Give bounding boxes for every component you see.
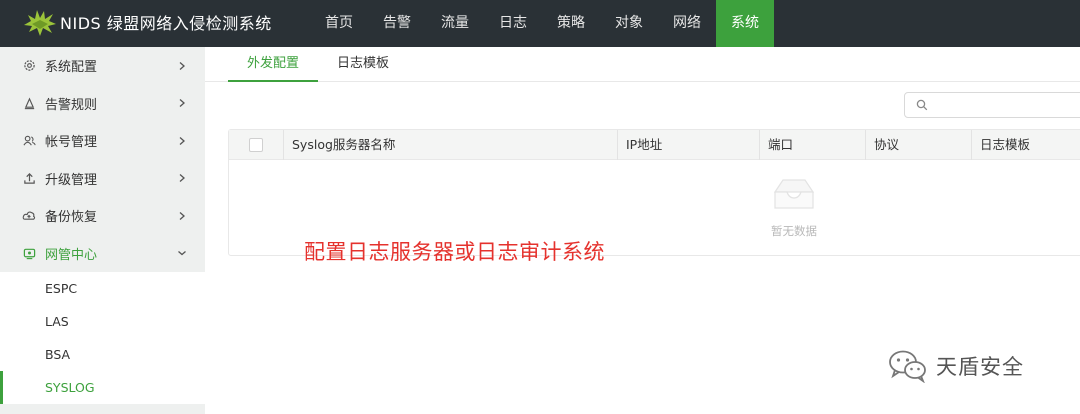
sidebar-item-account-management[interactable]: 帐号管理 — [0, 122, 205, 160]
chevron-right-icon — [179, 174, 185, 183]
sidebar: 系统配置 告警规则 帐号管理 升级管理 备份恢复 网管中心 ESPC LAS B… — [0, 47, 205, 414]
sidebar-item-label: 告警规则 — [45, 97, 98, 113]
nav-system[interactable]: 系统 — [716, 0, 774, 47]
sidebar-item-alert-rules[interactable]: 告警规则 — [0, 85, 205, 123]
chevron-down-icon — [178, 251, 186, 256]
sidebar-subitem-las[interactable]: LAS — [0, 305, 205, 338]
network-center-submenu: ESPC LAS BSA SYSLOG — [0, 272, 205, 404]
app-title: NIDS 绿盟网络入侵检测系统 — [60, 14, 272, 33]
select-all-checkbox[interactable] — [249, 138, 263, 152]
tab-bar: 外发配置 日志模板 — [205, 47, 1080, 82]
sidebar-subitem-bsa[interactable]: BSA — [0, 338, 205, 371]
watermark: 天盾安全 — [888, 346, 1024, 386]
empty-inbox-icon — [773, 179, 815, 209]
sidebar-item-backup-restore[interactable]: 备份恢复 — [0, 197, 205, 235]
column-header-protocol[interactable]: 协议 — [865, 130, 971, 160]
users-icon — [22, 134, 36, 148]
annotation-caption: 配置日志服务器或日志审计系统 — [304, 240, 605, 264]
nav-home[interactable]: 首页 — [310, 0, 368, 47]
sidebar-item-upgrade-management[interactable]: 升级管理 — [0, 160, 205, 198]
search-box[interactable] — [904, 92, 1080, 118]
chevron-right-icon — [179, 99, 185, 108]
backup-cloud-icon — [22, 209, 36, 223]
chevron-right-icon — [179, 136, 185, 145]
column-header-port[interactable]: 端口 — [759, 130, 865, 160]
chevron-right-icon — [179, 61, 185, 70]
column-header-server-name[interactable]: Syslog服务器名称 — [283, 130, 615, 160]
tab-log-template[interactable]: 日志模板 — [323, 47, 403, 82]
column-header-log-template[interactable]: 日志模板 — [971, 130, 1080, 160]
nav-network[interactable]: 网络 — [658, 0, 716, 47]
nav-traffic[interactable]: 流量 — [426, 0, 484, 47]
sidebar-item-system-config[interactable]: 系统配置 — [0, 47, 205, 85]
table-header: Syslog服务器名称 IP地址 端口 协议 日志模板 — [229, 130, 1080, 160]
sidebar-item-label: 系统配置 — [45, 60, 98, 76]
sidebar-subitem-syslog[interactable]: SYSLOG — [0, 371, 205, 404]
sidebar-item-label: 升级管理 — [45, 172, 98, 188]
column-header-ip[interactable]: IP地址 — [617, 130, 759, 160]
network-center-icon — [22, 246, 36, 260]
search-input[interactable] — [935, 95, 1080, 115]
sidebar-item-label: 帐号管理 — [45, 135, 98, 151]
sidebar-item-label: 备份恢复 — [45, 210, 98, 226]
nav-alerts[interactable]: 告警 — [368, 0, 426, 47]
alert-rule-icon — [22, 96, 36, 110]
upgrade-icon — [22, 171, 36, 185]
nav-objects[interactable]: 对象 — [600, 0, 658, 47]
select-all-cell — [229, 130, 284, 160]
main-nav: 首页 告警 流量 日志 策略 对象 网络 系统 — [310, 0, 774, 47]
top-bar: NIDS 绿盟网络入侵检测系统 首页 告警 流量 日志 策略 对象 网络 系统 — [0, 0, 1080, 47]
wechat-icon — [889, 350, 926, 383]
chevron-right-icon — [179, 211, 185, 220]
nav-policy[interactable]: 策略 — [542, 0, 600, 47]
watermark-text: 天盾安全 — [936, 355, 1024, 379]
sidebar-item-network-center[interactable]: 网管中心 — [0, 235, 205, 273]
nsfocus-logo-icon — [24, 10, 56, 36]
nav-logs[interactable]: 日志 — [484, 0, 542, 47]
sidebar-subitem-espc[interactable]: ESPC — [0, 272, 205, 305]
tab-outbound-config[interactable]: 外发配置 — [228, 47, 318, 82]
gear-icon — [22, 59, 36, 73]
sidebar-item-label: 网管中心 — [45, 247, 98, 263]
search-icon — [916, 99, 928, 111]
